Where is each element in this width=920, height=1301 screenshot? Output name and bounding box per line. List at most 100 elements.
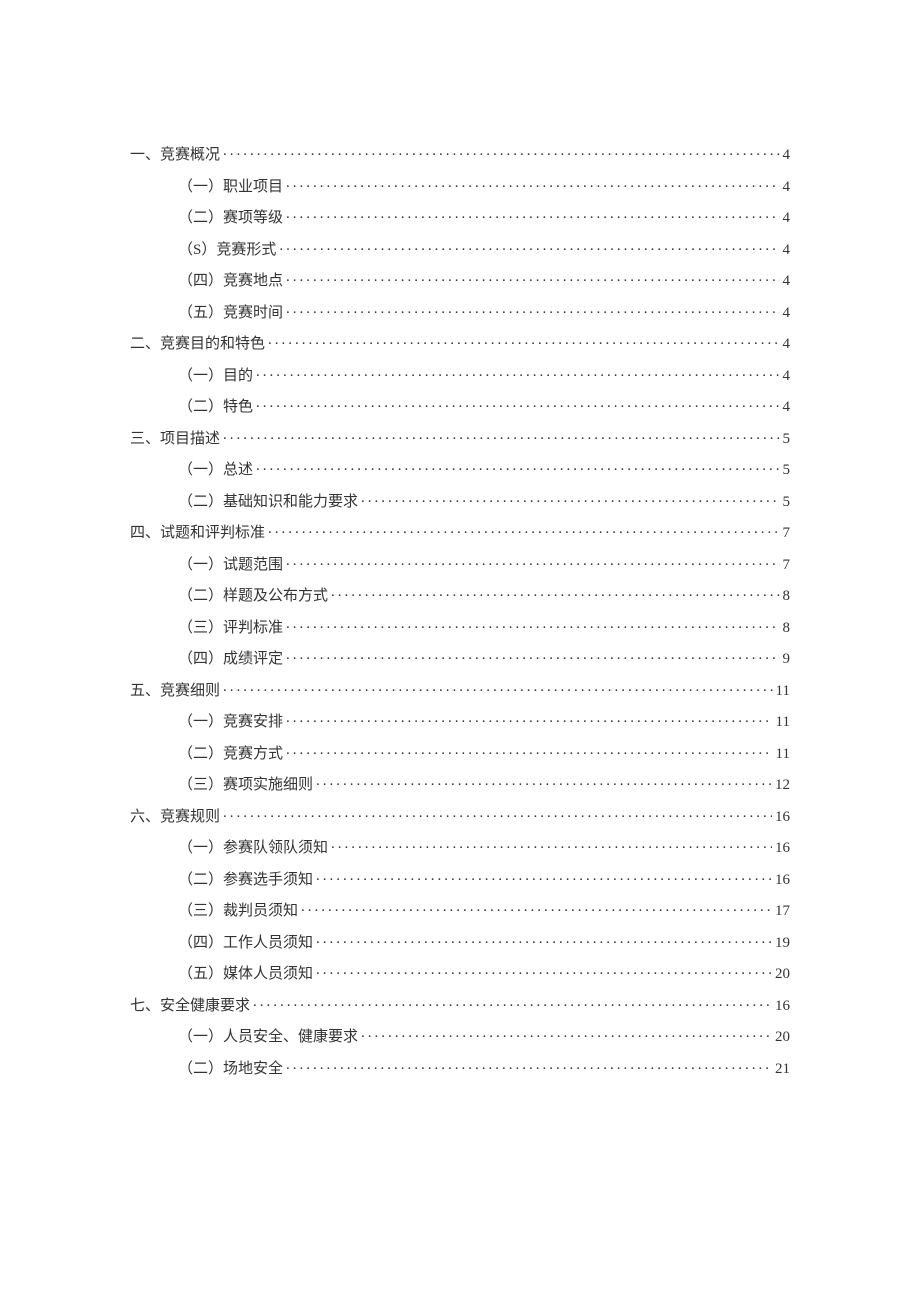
toc-entry: （二）参赛选手须知 16 (130, 865, 790, 897)
toc-entry: 七、安全健康要求 16 (130, 991, 790, 1023)
toc-page-number: 4 (783, 235, 791, 267)
toc-label: （四）成绩评定 (178, 644, 283, 676)
toc-leader-dots (256, 365, 779, 380)
toc-leader-dots (268, 522, 779, 537)
toc-entry: （四）工作人员须知 19 (130, 928, 790, 960)
toc-leader-dots (316, 869, 772, 884)
toc-page-number: 8 (783, 581, 791, 613)
toc-entry: （一）人员安全、健康要求 20 (130, 1022, 790, 1054)
toc-label: （五）媒体人员须知 (178, 959, 313, 991)
toc-leader-dots (286, 743, 773, 758)
toc-leader-dots (223, 428, 779, 443)
toc-label: （二）样题及公布方式 (178, 581, 328, 613)
toc-leader-dots (223, 144, 779, 159)
toc-entry: （一）总述 5 (130, 455, 790, 487)
toc-page-number: 17 (775, 896, 790, 928)
toc-page-number: 9 (783, 644, 791, 676)
toc-label: （一）目的 (178, 361, 253, 393)
toc-page-number: 16 (775, 865, 790, 897)
toc-label: （一）竞赛安排 (178, 707, 283, 739)
toc-label: 三、项目描述 (130, 424, 220, 456)
toc-leader-dots (286, 711, 773, 726)
toc-leader-dots (331, 837, 772, 852)
toc-leader-dots (331, 585, 779, 600)
toc-page-number: 12 (775, 770, 790, 802)
toc-page-number: 7 (783, 518, 791, 550)
toc-entry: （一）参赛队领队须知 16 (130, 833, 790, 865)
toc-leader-dots (253, 995, 772, 1010)
toc-entry: 五、竞赛细则11 (130, 676, 790, 708)
toc-entry: （五）竞赛时间 4 (130, 298, 790, 330)
toc-label: （四）工作人员须知 (178, 928, 313, 960)
toc-label: （一）试题范围 (178, 550, 283, 582)
toc-label: 六、竞赛规则 (130, 802, 220, 834)
toc-entry: （二）赛项等级 4 (130, 203, 790, 235)
toc-label: （三）赛项实施细则 (178, 770, 313, 802)
toc-label: （三）评判标准 (178, 613, 283, 645)
toc-entry: 三、项目描述5 (130, 424, 790, 456)
toc-label: （三）裁判员须知 (178, 896, 298, 928)
toc-label: （二）参赛选手须知 (178, 865, 313, 897)
toc-entry: （三）裁判员须知 17 (130, 896, 790, 928)
toc-page-number: 4 (783, 203, 791, 235)
toc-label: （二）场地安全 (178, 1054, 283, 1086)
toc-page-number: 4 (783, 298, 791, 330)
table-of-contents: 一、竞赛概况4（一）职业项目4（二）赛项等级4（S）竞赛形式4（四）竞赛地点4（… (130, 140, 790, 1085)
toc-label: （四）竞赛地点 (178, 266, 283, 298)
toc-label: 四、试题和评判标准 (130, 518, 265, 550)
toc-leader-dots (286, 176, 779, 191)
toc-entry: 二、竞赛目的和特色 4 (130, 329, 790, 361)
toc-label: （一）总述 (178, 455, 253, 487)
toc-leader-dots (286, 302, 779, 317)
toc-label: （二）竞赛方式 (178, 739, 283, 771)
toc-leader-dots (316, 963, 772, 978)
toc-label: 一、竞赛概况 (130, 140, 220, 172)
toc-leader-dots (361, 1026, 772, 1041)
toc-entry: （二）基础知识和能力要求 5 (130, 487, 790, 519)
toc-leader-dots (279, 239, 779, 254)
toc-label: （一）参赛队领队须知 (178, 833, 328, 865)
toc-leader-dots (286, 648, 779, 663)
toc-label: 七、安全健康要求 (130, 991, 250, 1023)
toc-leader-dots (286, 270, 779, 285)
toc-leader-dots (301, 900, 772, 915)
toc-label: （二）基础知识和能力要求 (178, 487, 358, 519)
toc-leader-dots (286, 617, 779, 632)
toc-entry: （四）成绩评定 9 (130, 644, 790, 676)
toc-entry: （二）特色4 (130, 392, 790, 424)
toc-page-number: 8 (783, 613, 791, 645)
toc-leader-dots (223, 806, 772, 821)
toc-page-number: 16 (775, 833, 790, 865)
toc-leader-dots (316, 774, 772, 789)
toc-entry: （二）场地安全21 (130, 1054, 790, 1086)
toc-page-number: 16 (775, 991, 790, 1023)
toc-label: 五、竞赛细则 (130, 676, 220, 708)
toc-leader-dots (256, 459, 779, 474)
toc-entry: （五）媒体人员须知20 (130, 959, 790, 991)
toc-page-number: 20 (775, 1022, 790, 1054)
toc-page-number: 4 (783, 329, 791, 361)
toc-label: 二、竞赛目的和特色 (130, 329, 265, 361)
toc-page-number: 19 (775, 928, 790, 960)
toc-leader-dots (286, 1058, 772, 1073)
toc-leader-dots (223, 680, 773, 695)
toc-page-number: 11 (776, 739, 790, 771)
toc-page-number: 5 (783, 455, 791, 487)
toc-page-number: 11 (776, 707, 790, 739)
toc-page-number: 5 (783, 487, 791, 519)
toc-leader-dots (286, 554, 779, 569)
toc-entry: 六、竞赛规则16 (130, 802, 790, 834)
toc-label: （五）竞赛时间 (178, 298, 283, 330)
toc-leader-dots (256, 396, 779, 411)
toc-entry: （二）竞赛方式 11 (130, 739, 790, 771)
toc-label: （二）赛项等级 (178, 203, 283, 235)
toc-entry: （三）赛项实施细则 12 (130, 770, 790, 802)
toc-page-number: 4 (783, 266, 791, 298)
toc-label: （一）人员安全、健康要求 (178, 1022, 358, 1054)
toc-label: （一）职业项目 (178, 172, 283, 204)
toc-entry: 一、竞赛概况4 (130, 140, 790, 172)
toc-page-number: 4 (783, 361, 791, 393)
toc-page-number: 4 (783, 172, 791, 204)
toc-leader-dots (361, 491, 779, 506)
toc-label: （二）特色 (178, 392, 253, 424)
